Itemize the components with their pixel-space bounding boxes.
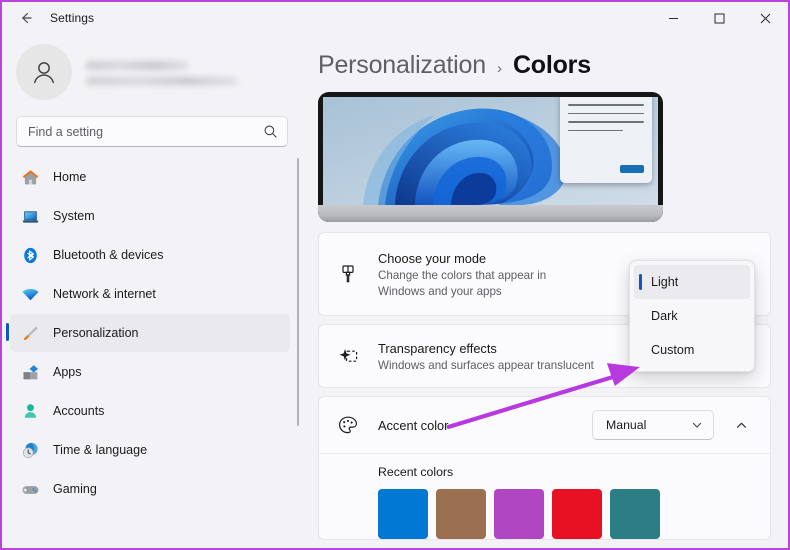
color-swatch-purple[interactable] — [494, 489, 544, 539]
sidebar-item-label: Network & internet — [53, 287, 156, 301]
close-icon — [760, 13, 770, 23]
sidebar-item-label: Gaming — [53, 482, 97, 496]
search-box[interactable] — [16, 116, 288, 147]
chevron-down-icon — [692, 422, 702, 428]
search-container — [2, 108, 302, 153]
window-controls — [650, 2, 788, 34]
sidebar-item-system[interactable]: System — [10, 197, 290, 235]
account-summary[interactable] — [2, 34, 302, 108]
dropdown-option-light[interactable]: Light — [634, 265, 750, 299]
account-text — [86, 59, 238, 85]
avatar — [16, 44, 72, 100]
maximize-button[interactable] — [696, 2, 742, 34]
accent-expander-button[interactable] — [726, 410, 756, 440]
card-title: Accent color — [378, 417, 449, 433]
mock-accent-button — [620, 165, 644, 173]
sidebar-item-label: Home — [53, 170, 87, 184]
dropdown-option-custom[interactable]: Custom — [634, 333, 750, 367]
color-swatch-blue[interactable] — [378, 489, 428, 539]
color-swatch-teal[interactable] — [610, 489, 660, 539]
sidebar-item-bluetooth[interactable]: Bluetooth & devices — [10, 236, 290, 274]
search-icon[interactable] — [263, 124, 278, 139]
accent-mode-combobox[interactable]: Manual — [592, 410, 714, 440]
color-palette-icon — [333, 414, 363, 436]
apps-grid-icon — [20, 362, 40, 382]
account-name-redacted — [86, 61, 188, 70]
system-laptop-icon — [20, 206, 40, 226]
accent-mode-value: Manual — [606, 418, 647, 432]
wifi-icon — [20, 284, 40, 304]
accounts-person-icon — [20, 401, 40, 421]
dropdown-option-dark[interactable]: Dark — [634, 299, 750, 333]
color-swatch-brown[interactable] — [436, 489, 486, 539]
accent-color-card[interactable]: Accent color Manual — [318, 396, 771, 453]
wallpaper-preview — [323, 97, 658, 205]
transparency-sparkle-icon — [333, 345, 363, 367]
sidebar-nav: Home System Bluetooth & devices Network … — [2, 153, 302, 548]
sidebar-item-label: Apps — [53, 365, 82, 379]
maximize-icon — [714, 13, 724, 23]
recent-colors-label: Recent colors — [378, 465, 454, 479]
minimize-button[interactable] — [650, 2, 696, 34]
sidebar-item-time-language[interactable]: Time & language — [10, 431, 290, 469]
dropdown-option-label: Custom — [651, 343, 695, 357]
accent-color-text: Accent color — [378, 417, 592, 434]
mode-dropdown-flyout: Light Dark Custom — [629, 260, 755, 372]
sidebar-item-personalization[interactable]: Personalization — [6, 314, 290, 352]
dropdown-option-label: Dark — [651, 309, 678, 323]
sidebar-item-network[interactable]: Network & internet — [10, 275, 290, 313]
sidebar-item-label: Accounts — [53, 404, 105, 418]
accent-color-expanded-panel: Recent colors — [318, 453, 771, 540]
clock-globe-icon — [20, 440, 40, 460]
person-avatar-icon — [34, 62, 54, 84]
page-title: Colors — [512, 51, 591, 79]
device-preview — [318, 92, 663, 222]
preview-container — [318, 92, 788, 222]
paint-bucket-icon — [333, 263, 363, 285]
sidebar-item-home[interactable]: Home — [10, 158, 290, 196]
settings-window: Settings Find a setting Home System Blue… — [2, 2, 788, 548]
dropdown-option-label: Light — [651, 275, 679, 289]
window-title: Settings — [50, 11, 95, 25]
gamepad-icon — [20, 479, 40, 499]
breadcrumb-parent[interactable]: Personalization — [318, 51, 486, 80]
sidebar-item-label: Personalization — [53, 326, 139, 340]
bluetooth-icon — [20, 245, 40, 265]
breadcrumb: Personalization › Colors — [318, 34, 788, 92]
sidebar-item-label: Bluetooth & devices — [53, 248, 164, 262]
back-button[interactable] — [8, 3, 44, 33]
search-input[interactable] — [28, 124, 263, 139]
device-base — [318, 205, 663, 222]
sidebar-item-label: Time & language — [53, 443, 148, 457]
recent-colors-swatches — [378, 489, 756, 539]
sidebar-item-accounts[interactable]: Accounts — [10, 392, 290, 430]
sidebar: Home System — [2, 34, 302, 548]
title-bar: Settings — [2, 2, 788, 34]
chevron-up-icon — [736, 422, 746, 428]
paintbrush-icon — [20, 323, 40, 343]
sidebar-item-gaming[interactable]: Gaming — [10, 470, 290, 508]
color-swatch-red[interactable] — [552, 489, 602, 539]
sidebar-scrollbar[interactable] — [297, 158, 299, 426]
close-button[interactable] — [742, 2, 788, 34]
breadcrumb-separator-icon: › — [496, 60, 502, 77]
minimize-icon — [668, 17, 678, 19]
account-email-redacted — [86, 77, 238, 85]
back-arrow-icon — [22, 12, 32, 24]
mock-window-preview — [560, 97, 652, 183]
home-icon — [20, 167, 40, 187]
sidebar-item-label: System — [53, 209, 95, 223]
sidebar-item-apps[interactable]: Apps — [10, 353, 290, 391]
